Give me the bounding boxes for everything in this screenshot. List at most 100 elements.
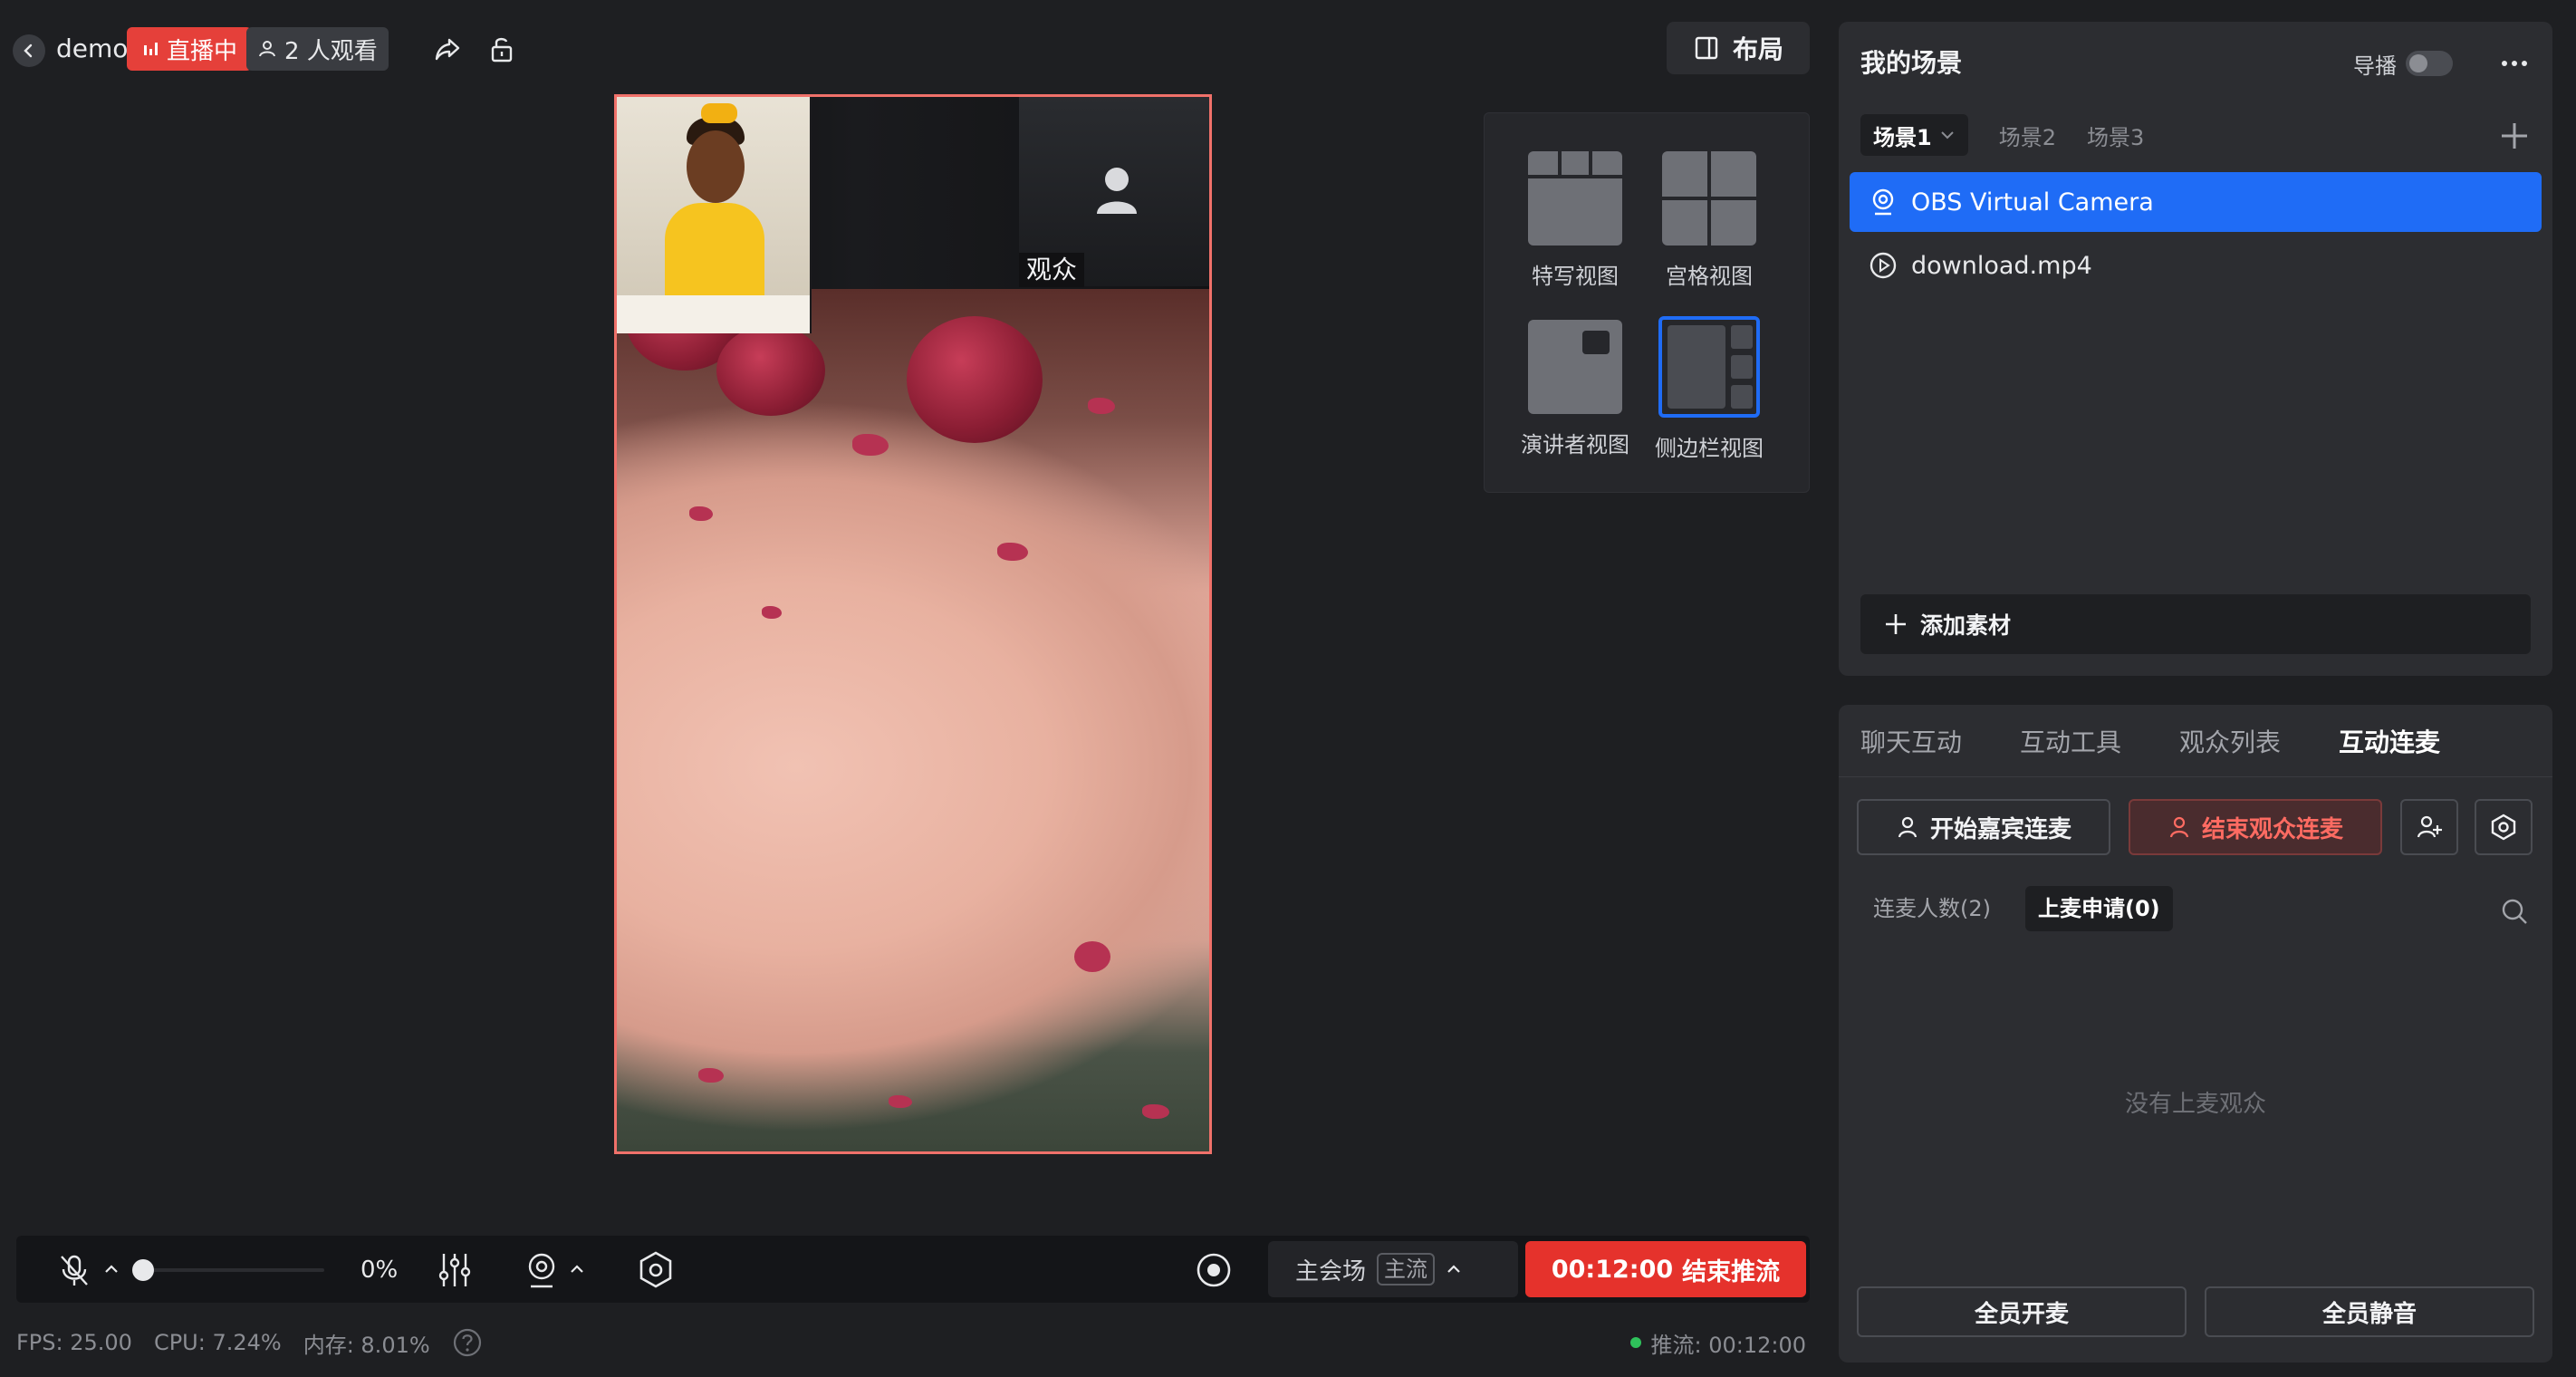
- scene-tabs: 场景1 场景2 场景3: [1860, 114, 2144, 156]
- layout-option-speaker[interactable]: 演讲者视图: [1521, 320, 1629, 458]
- venue-selector[interactable]: 主会场 主流: [1268, 1241, 1518, 1297]
- mute-all-button[interactable]: 全员静音: [2205, 1286, 2534, 1337]
- audience-label: 观众: [1019, 253, 1085, 287]
- scene-panel-title: 我的场景: [1860, 48, 1963, 78]
- camera-icon[interactable]: [522, 1250, 562, 1290]
- layout-option-label: 特写视图: [1532, 264, 1619, 289]
- stream-type-tag: 主流: [1377, 1253, 1436, 1286]
- system-status-bar: FPS: 25.00 CPU: 7.24% 内存: 8.01%: [16, 1324, 483, 1361]
- chevron-up-icon[interactable]: [103, 1261, 120, 1277]
- scene-tab-label: 场景1: [1873, 124, 1932, 150]
- settings-hexagon-icon[interactable]: [636, 1250, 676, 1290]
- empty-state-text: 没有上麦观众: [2124, 1091, 2266, 1118]
- main-video-feed: [617, 271, 1209, 1151]
- closeup-view-icon: [1528, 151, 1622, 246]
- director-toggle-group: 导播: [2353, 43, 2453, 83]
- live-badge-label: 直播中: [167, 37, 238, 65]
- tab-mic-requests[interactable]: 上麦申请(0): [2025, 886, 2173, 931]
- layout-option-sidebar[interactable]: 侧边栏视图: [1655, 316, 1764, 462]
- add-material-label: 添加素材: [1920, 612, 2012, 639]
- layout-option-closeup[interactable]: 特写视图: [1521, 151, 1629, 290]
- director-toggle[interactable]: [2406, 51, 2453, 76]
- end-audience-label: 结束观众连麦: [2201, 815, 2343, 843]
- layout-button-label: 布局: [1732, 34, 1783, 64]
- add-material-button[interactable]: 添加素材: [1860, 594, 2531, 654]
- co-stream-settings-button[interactable]: [2475, 799, 2533, 855]
- plus-icon: [1886, 614, 1906, 634]
- help-icon[interactable]: [452, 1327, 483, 1358]
- mic-volume-percent: 0%: [360, 1257, 399, 1284]
- source-item-download-mp4[interactable]: download.mp4: [1850, 236, 2542, 295]
- record-icon[interactable]: [1194, 1250, 1234, 1290]
- end-stream-button[interactable]: 00:12:00 结束推流: [1525, 1241, 1806, 1297]
- interaction-panel: 聊天互动 互动工具 观众列表 互动连麦 开始嘉宾连麦 结束观众连麦 连麦人数(2…: [1839, 705, 2552, 1363]
- camera-icon: [1872, 188, 1894, 216]
- tab-tools[interactable]: 互动工具: [2020, 723, 2121, 759]
- control-bar: 0% 主会场 主流 00:12:00 结束推流: [16, 1236, 1810, 1303]
- co-stream-sub-tabs: 连麦人数(2) 上麦申请(0): [1860, 886, 2173, 931]
- end-audience-co-stream-button[interactable]: 结束观众连麦: [2129, 799, 2382, 855]
- preview-canvas[interactable]: 观众: [614, 94, 1212, 1154]
- layout-options-panel: 特写视图 宫格视图 演讲者视图 侧边栏视图: [1484, 112, 1810, 493]
- status-dot: [1630, 1337, 1642, 1348]
- petal: [1074, 941, 1110, 972]
- guest-figure: [687, 130, 745, 203]
- push-duration: 推流: 00:12:00: [1650, 1332, 1806, 1358]
- more-options-icon[interactable]: [2496, 51, 2533, 76]
- source-item-obs-camera[interactable]: OBS Virtual Camera: [1850, 172, 2542, 232]
- fps-readout: FPS: 25.00: [16, 1330, 132, 1355]
- source-name: OBS Virtual Camera: [1911, 188, 2154, 217]
- stream-duration: 00:12:00: [1551, 1255, 1674, 1284]
- interaction-tabs: 聊天互动 互动工具 观众列表 互动连麦: [1839, 705, 2552, 777]
- chevron-down-icon: [1940, 131, 1954, 140]
- tab-co-streaming[interactable]: 互动连麦: [2339, 723, 2440, 759]
- mic-volume-slider-thumb[interactable]: [132, 1259, 154, 1281]
- start-guest-label: 开始嘉宾连麦: [1929, 815, 2071, 843]
- person-icon: [2169, 816, 2189, 838]
- guest-video-tile[interactable]: [617, 97, 812, 333]
- unlock-icon[interactable]: [485, 33, 518, 65]
- mic-muted-icon[interactable]: [56, 1252, 92, 1288]
- settings-hexagon-icon: [2491, 814, 2516, 841]
- room-title: demo: [56, 34, 129, 63]
- invite-user-button[interactable]: [2400, 799, 2458, 855]
- scene-panel: 我的场景 导播 场景1 场景2 场景3 OBS Virtual Camera d…: [1839, 22, 2552, 676]
- tab-audience-list[interactable]: 观众列表: [2179, 723, 2281, 759]
- tab-scene-3[interactable]: 场景3: [2087, 120, 2144, 151]
- search-icon[interactable]: [2498, 895, 2531, 928]
- viewer-count-badge: 2 人观看: [246, 27, 389, 71]
- source-name: download.mp4: [1911, 251, 2092, 280]
- person-icon: [259, 41, 275, 57]
- add-scene-icon[interactable]: [2494, 116, 2534, 156]
- layout-option-label: 宫格视图: [1666, 264, 1753, 289]
- tab-scene-1[interactable]: 场景1: [1860, 114, 1968, 156]
- rose-decoration: [716, 325, 825, 416]
- petal: [852, 434, 889, 456]
- tab-scene-2[interactable]: 场景2: [1999, 120, 2056, 151]
- back-button[interactable]: [13, 34, 45, 67]
- tab-co-stream-count[interactable]: 连麦人数(2): [1860, 886, 2004, 931]
- sidebar-view-icon: [1658, 316, 1760, 418]
- start-guest-co-stream-button[interactable]: 开始嘉宾连麦: [1857, 799, 2110, 855]
- layout-option-grid[interactable]: 宫格视图: [1655, 151, 1764, 290]
- director-label: 导播: [2353, 53, 2397, 79]
- petal: [762, 606, 782, 619]
- petal: [997, 543, 1028, 561]
- chevron-left-icon: [24, 43, 33, 58]
- layout-button[interactable]: 布局: [1667, 22, 1810, 74]
- venue-label: 主会场: [1295, 1257, 1367, 1286]
- unmute-all-button[interactable]: 全员开麦: [1857, 1286, 2187, 1337]
- share-icon[interactable]: [431, 33, 464, 65]
- petal: [1088, 398, 1115, 414]
- avatar-placeholder-icon: [1097, 168, 1137, 214]
- chevron-up-icon[interactable]: [569, 1261, 585, 1277]
- mic-volume-slider-track[interactable]: [143, 1268, 324, 1272]
- rose-decoration: [907, 316, 1043, 443]
- viewer-count-label: 2 人观看: [284, 37, 378, 65]
- layout-option-label: 演讲者视图: [1521, 432, 1629, 457]
- play-icon: [1870, 252, 1897, 279]
- layout-icon: [1695, 36, 1718, 60]
- tab-chat[interactable]: 聊天互动: [1860, 723, 1962, 759]
- speaker-view-icon: [1528, 320, 1622, 414]
- audio-mixer-icon[interactable]: [435, 1250, 475, 1290]
